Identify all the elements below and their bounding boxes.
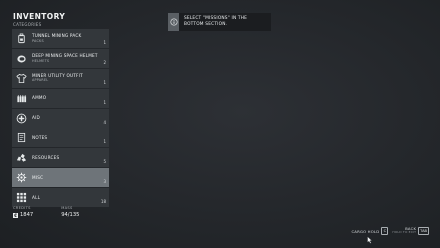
category-list: TUNNEL MINING PACK PACKS 1 DEEP MINING S… bbox=[12, 29, 109, 208]
grid-icon bbox=[13, 189, 30, 206]
category-name: MINER UTILITY OUTFIT bbox=[32, 72, 83, 78]
shirt-icon bbox=[13, 70, 30, 87]
category-item-ammo[interactable]: AMMO 1 bbox=[12, 88, 109, 108]
info-icon bbox=[168, 13, 179, 31]
category-count: 5 bbox=[103, 159, 106, 165]
back-sublabel: HOLD TO EXIT bbox=[392, 230, 417, 235]
cargo-hold-label: CARGO HOLD bbox=[351, 228, 380, 234]
category-name: TUNNEL MINING PACK bbox=[32, 32, 82, 38]
mass-stat: MASS 94/135 bbox=[61, 206, 79, 218]
back-hint[interactable]: BACK HOLD TO EXIT TAB bbox=[392, 227, 429, 235]
category-subtype: HELMETS bbox=[32, 58, 50, 63]
credits-label: CREDITS bbox=[13, 206, 31, 210]
category-item-all[interactable]: ALL 18 bbox=[12, 188, 109, 208]
control-hints: CARGO HOLD C BACK HOLD TO EXIT TAB bbox=[351, 227, 429, 235]
mass-label: MASS bbox=[61, 206, 73, 210]
category-subtype: PACKS bbox=[32, 38, 44, 43]
category-name: DEEP MINING SPACE HELMET bbox=[32, 52, 98, 58]
resources-icon bbox=[13, 149, 30, 166]
tip-line-2: BOTTOM SECTION. bbox=[184, 22, 228, 27]
category-count: 2 bbox=[103, 59, 106, 65]
ammo-icon bbox=[13, 90, 30, 107]
category-item-deep-mining-space-helmet[interactable]: DEEP MINING SPACE HELMET HELMETS 2 bbox=[12, 48, 109, 68]
credits-icon: ₡ bbox=[13, 212, 18, 218]
category-item-aid[interactable]: AID 4 bbox=[12, 108, 109, 128]
back-key: TAB bbox=[418, 227, 429, 235]
category-count: 1 bbox=[103, 40, 106, 45]
aid-icon bbox=[13, 110, 30, 127]
category-item-resources[interactable]: RESOURCES 5 bbox=[12, 148, 109, 168]
category-item-notes[interactable]: NOTES 1 bbox=[12, 128, 109, 148]
category-item-miner-utility-outfit[interactable]: MINER UTILITY OUTFIT APPAREL 1 bbox=[12, 68, 109, 88]
backpack-icon bbox=[13, 30, 30, 47]
category-name: AID bbox=[32, 114, 40, 120]
category-name: AMMO bbox=[32, 95, 47, 101]
category-count: 1 bbox=[103, 79, 106, 85]
tutorial-tip: SELECT "MISSIONS" IN THE BOTTOM SECTION. bbox=[168, 13, 271, 31]
misc-icon bbox=[13, 169, 30, 186]
category-item-tunnel-mining-pack[interactable]: TUNNEL MINING PACK PACKS 1 bbox=[12, 29, 109, 48]
inventory-screen: INVENTORY CATEGORIES TUNNEL MINING PACK … bbox=[0, 0, 440, 248]
category-count: 1 bbox=[103, 139, 106, 145]
category-item-misc[interactable]: MISC 3 bbox=[12, 168, 109, 188]
category-name: NOTES bbox=[32, 134, 48, 140]
mass-value: 94/135 bbox=[61, 212, 80, 218]
category-count: 3 bbox=[103, 179, 106, 185]
category-name: ALL bbox=[32, 194, 41, 200]
category-count: 4 bbox=[103, 119, 106, 125]
category-name: RESOURCES bbox=[32, 154, 60, 160]
categories-label: CATEGORIES bbox=[13, 22, 42, 27]
category-count: 18 bbox=[100, 199, 106, 205]
inventory-stats: CREDITS ₡ 1847 MASS 94/135 bbox=[13, 206, 79, 218]
notes-icon bbox=[13, 129, 30, 146]
category-count: 1 bbox=[103, 99, 106, 105]
category-name: MISC bbox=[32, 174, 44, 180]
mouse-cursor-icon bbox=[367, 236, 373, 244]
cargo-hold-key: C bbox=[381, 227, 389, 235]
category-subtype: APPAREL bbox=[32, 78, 49, 83]
cargo-hold-hint[interactable]: CARGO HOLD C bbox=[351, 227, 389, 235]
helmet-icon bbox=[13, 50, 30, 67]
inventory-title: INVENTORY bbox=[13, 12, 66, 21]
credits-stat: CREDITS ₡ 1847 bbox=[13, 206, 33, 218]
credits-value: 1847 bbox=[20, 212, 34, 218]
